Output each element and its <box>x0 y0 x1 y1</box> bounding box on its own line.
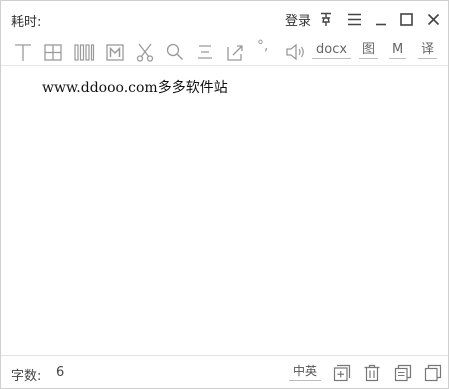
app-window: 耗时: 登录 °, docx 图 M 译 www.ddooo.com多多软件站 … <box>0 0 449 389</box>
status-bar: 字数: 6 中英 <box>1 355 448 388</box>
grid-icon[interactable] <box>43 41 63 63</box>
align-icon[interactable] <box>195 41 215 63</box>
menu-icon[interactable] <box>347 13 362 26</box>
scissors-icon[interactable] <box>135 41 155 63</box>
search-icon[interactable] <box>165 41 185 63</box>
title-bar: 耗时: 登录 <box>1 1 448 37</box>
copy-icon[interactable] <box>394 364 412 382</box>
m-button[interactable]: M <box>389 42 407 59</box>
add-page-icon[interactable] <box>333 364 351 382</box>
close-icon[interactable] <box>427 13 440 26</box>
trash-icon[interactable] <box>363 364 381 382</box>
elapsed-time-label: 耗时: <box>11 15 42 30</box>
word-count-value: 6 <box>56 365 65 380</box>
language-toggle[interactable]: 中英 <box>289 364 322 381</box>
punctuation-icon[interactable]: °, <box>257 39 268 55</box>
word-count-label: 字数: <box>11 369 42 384</box>
merge-icon[interactable] <box>105 41 125 63</box>
speaker-icon[interactable] <box>284 41 306 63</box>
image-button[interactable]: 图 <box>359 42 379 59</box>
translate-button[interactable]: 译 <box>418 42 438 59</box>
text-editor[interactable]: www.ddooo.com多多软件站 <box>2 67 447 354</box>
pin-icon[interactable] <box>319 12 333 27</box>
docx-export-button[interactable]: docx <box>312 42 352 59</box>
columns-icon[interactable] <box>73 41 95 63</box>
toolbar: °, docx 图 M 译 <box>1 38 448 66</box>
maximize-icon[interactable] <box>400 13 413 26</box>
text-cursor-icon[interactable] <box>13 41 33 63</box>
duplicate-icon[interactable] <box>424 364 442 382</box>
login-button[interactable]: 登录 <box>285 10 311 29</box>
resize-icon[interactable] <box>225 41 245 63</box>
editor-content[interactable]: www.ddooo.com多多软件站 <box>42 77 228 97</box>
minimize-icon[interactable] <box>375 13 387 26</box>
